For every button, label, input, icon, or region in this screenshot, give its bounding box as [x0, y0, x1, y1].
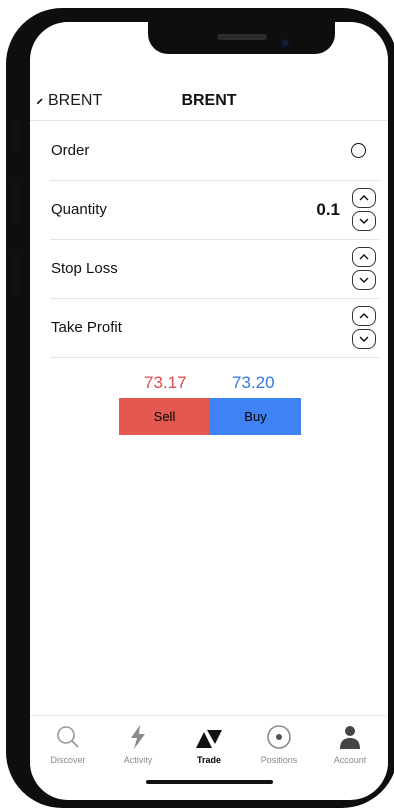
tab-label: Activity: [123, 755, 153, 765]
tab-label: Account: [333, 755, 367, 765]
quantity-increase-button[interactable]: [352, 188, 376, 208]
buy-price: 73.20: [232, 373, 275, 392]
home-indicator: [146, 780, 273, 784]
quantity-stepper: [352, 188, 376, 232]
navigation-bar: BRENT BRENT: [30, 84, 388, 120]
take-profit-increase-button[interactable]: [352, 306, 376, 326]
sell-button[interactable]: Sell: [119, 398, 210, 435]
search-icon: [57, 726, 79, 748]
sell-button-label: Sell: [153, 409, 176, 424]
chevron-down-icon: [359, 336, 369, 342]
phone-button: [12, 180, 20, 226]
divider: [30, 120, 388, 121]
chevron-down-icon: [359, 218, 369, 224]
camera: [280, 38, 290, 48]
chevron-up-icon: [359, 313, 369, 319]
stop-loss-increase-button[interactable]: [352, 247, 376, 267]
tab-trade[interactable]: Trade: [173, 716, 245, 776]
lightning-icon: [131, 725, 145, 749]
sell-price: 73.17: [144, 373, 187, 392]
stop-loss-decrease-button[interactable]: [352, 270, 376, 290]
notch: [148, 22, 335, 54]
page-title: BRENT: [181, 92, 237, 109]
take-profit-stepper: [352, 306, 376, 350]
quantity-value: 0.1: [316, 200, 340, 219]
target-icon: [267, 725, 291, 749]
tab-label: Positions: [260, 755, 298, 765]
stop-loss-label: Stop Loss: [51, 260, 118, 277]
trade-icon: [196, 730, 222, 748]
order-label: Order: [51, 142, 90, 159]
take-profit-decrease-button[interactable]: [352, 329, 376, 349]
stop-loss-row: Stop Loss: [50, 240, 380, 299]
stop-loss-stepper: [352, 247, 376, 291]
tab-discover[interactable]: Discover: [32, 716, 104, 776]
chevron-up-icon: [359, 195, 369, 201]
quantity-row: Quantity 0.1: [50, 181, 380, 240]
quantity-decrease-button[interactable]: [352, 211, 376, 231]
tab-activity[interactable]: Activity: [102, 716, 174, 776]
phone-button: [12, 252, 20, 298]
take-profit-row: Take Profit: [50, 299, 380, 358]
order-radio-button[interactable]: [351, 143, 366, 158]
chevron-down-icon: [359, 277, 369, 283]
quantity-label: Quantity: [51, 201, 107, 218]
order-row: Order: [50, 122, 380, 181]
tab-label: Trade: [196, 755, 221, 765]
tab-bar: Discover Activity Trade Positions Accoun…: [30, 715, 388, 776]
tab-label: Discover: [50, 755, 86, 765]
person-icon: [340, 726, 360, 749]
buy-button-label: Buy: [244, 409, 267, 424]
take-profit-label: Take Profit: [51, 319, 122, 336]
tab-account[interactable]: Account: [314, 716, 386, 776]
buy-button[interactable]: Buy: [210, 398, 301, 435]
app-screen: BRENT BRENT Order Quantity 0.1 Stop Loss: [30, 22, 388, 800]
phone-button: [12, 118, 20, 152]
speaker: [217, 34, 267, 40]
chevron-up-icon: [359, 254, 369, 260]
tab-positions[interactable]: Positions: [243, 716, 315, 776]
